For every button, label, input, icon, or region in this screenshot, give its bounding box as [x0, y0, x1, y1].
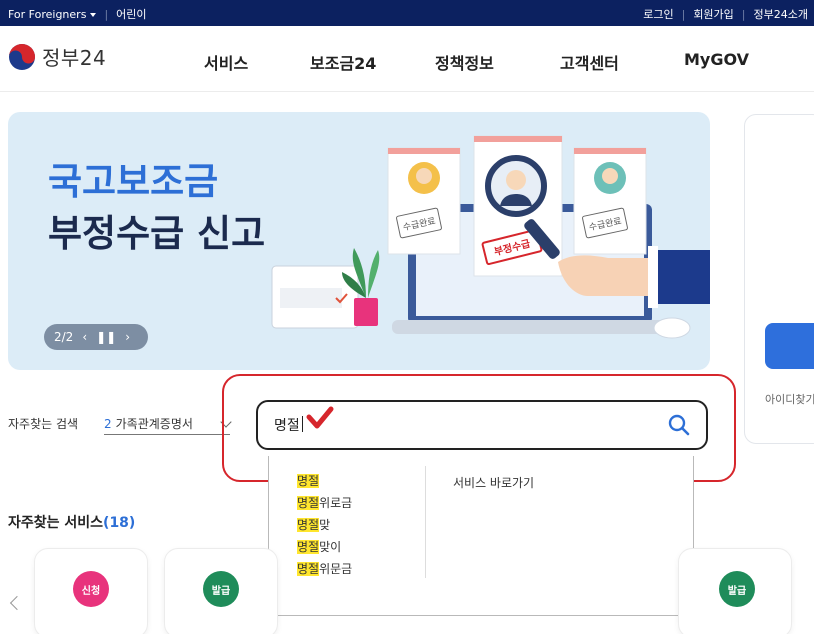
- nav-item-mygov[interactable]: MyGOV: [684, 50, 749, 69]
- chevron-left-icon[interactable]: [9, 595, 25, 611]
- banner-page-indicator: 2/2: [54, 330, 74, 344]
- banner-pager: 2/2 ‹ ❚❚ ›: [44, 324, 148, 350]
- suggestion-item[interactable]: 명절맞: [297, 516, 352, 538]
- issue-badge: 발급: [719, 571, 755, 607]
- service-card[interactable]: 발급: [678, 548, 792, 634]
- service-card[interactable]: 발급: [164, 548, 278, 634]
- divider: |: [681, 7, 686, 21]
- fraud-report-illustration: 수급완료 수급완료 부정수급: [271, 135, 710, 339]
- suggestion-item[interactable]: 명절위로금: [297, 494, 352, 516]
- search-icon[interactable]: [668, 414, 690, 436]
- hero-banner[interactable]: 국고보조금 부정수급 신고 수급완료 수급완료 부정수급 2/2 ‹ ❚❚ ›: [8, 112, 710, 370]
- nav-item-subsidy[interactable]: 보조금24: [310, 50, 376, 74]
- divider: [425, 466, 426, 578]
- chevron-left-icon[interactable]: ‹: [82, 330, 87, 344]
- page: For Foreigners | 어린이 로그인 | 회원가입 | 정부24소개…: [0, 0, 814, 634]
- pause-icon[interactable]: ❚❚: [96, 330, 116, 344]
- header: 정부24 서비스 보조금24 정책정보 고객센터 MyGOV: [0, 26, 814, 92]
- chevron-down-icon: [90, 12, 97, 17]
- frequent-services-title: 자주찾는 서비스(18): [8, 515, 136, 531]
- service-card[interactable]: 신청: [34, 548, 148, 634]
- issue-badge: 발급: [203, 571, 239, 607]
- suggestion-item[interactable]: 명절맞이: [297, 538, 352, 560]
- site-logo[interactable]: 정부24: [8, 42, 106, 71]
- hero-title: 국고보조금 부정수급 신고: [48, 156, 265, 260]
- chevron-right-icon[interactable]: ›: [125, 330, 130, 344]
- search-suggestions: 명절 명절위로금 명절맞 명절맞이 명절위문금 서비스 바로가기: [268, 456, 694, 616]
- about-link[interactable]: 정부24소개: [754, 6, 808, 22]
- service-count: (18): [103, 515, 136, 531]
- logo-text: 정부24: [42, 46, 107, 70]
- hero-title-line2: 부정수급 신고: [48, 212, 266, 255]
- nav-item-policy[interactable]: 정책정보: [435, 50, 494, 74]
- frequent-search-term: 가족관계증명서: [115, 417, 193, 431]
- frequent-search-label: 자주찾는 검색: [8, 417, 79, 431]
- frequent-search-select[interactable]: 2 가족관계증명서: [104, 413, 232, 435]
- login-card: 아이디찾기: [744, 114, 814, 444]
- hero-title-line1: 국고보조금: [48, 160, 219, 203]
- kids-link[interactable]: 어린이: [116, 6, 146, 22]
- suggestion-list: 명절 명절위로금 명절맞 명절맞이 명절위문금: [297, 472, 352, 582]
- signup-link[interactable]: 회원가입: [693, 6, 733, 22]
- taegeuk-logo-icon: [9, 43, 35, 70]
- utility-bar: For Foreigners | 어린이 로그인 | 회원가입 | 정부24소개: [0, 0, 814, 26]
- text-cursor: [302, 416, 303, 432]
- nav-item-service[interactable]: 서비스: [204, 50, 248, 74]
- frequent-search-rank: 2: [104, 416, 112, 431]
- for-foreigners-link[interactable]: For Foreigners: [8, 8, 97, 21]
- check-mark-icon: [306, 406, 334, 429]
- suggestion-item[interactable]: 명절위문금: [297, 560, 352, 582]
- divider: |: [741, 7, 746, 21]
- divider: |: [104, 7, 109, 21]
- service-shortcut-heading: 서비스 바로가기: [453, 476, 535, 490]
- nav-item-customer-center[interactable]: 고객센터: [560, 50, 619, 74]
- login-button[interactable]: [765, 323, 814, 369]
- find-id-link[interactable]: 아이디찾기: [765, 391, 814, 407]
- apply-badge: 신청: [73, 571, 109, 607]
- suggestion-item[interactable]: 명절: [297, 472, 352, 494]
- login-link[interactable]: 로그인: [643, 6, 673, 22]
